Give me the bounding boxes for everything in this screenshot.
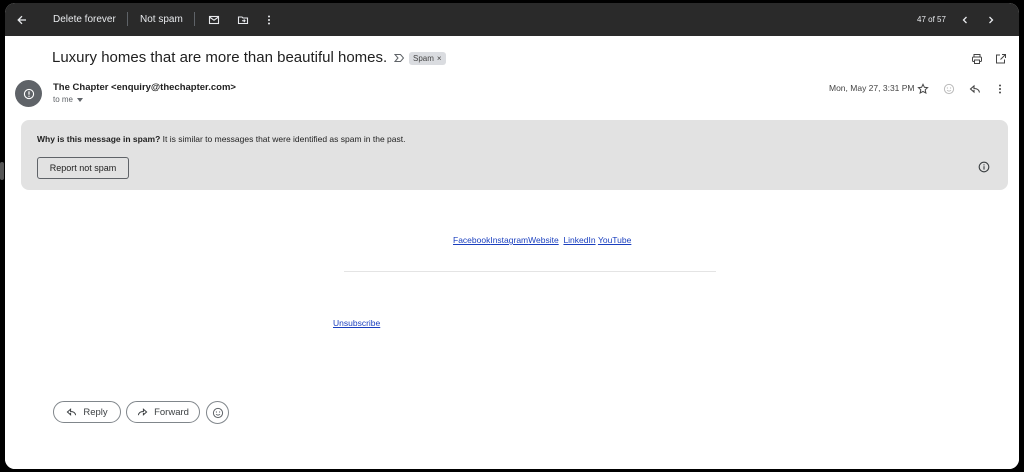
move-to-folder-icon (237, 15, 249, 24)
delete-forever-button[interactable]: Delete forever (53, 3, 116, 36)
recipient-details[interactable]: to me (53, 95, 84, 104)
body-divider (344, 271, 716, 272)
more-options-button[interactable] (265, 3, 273, 36)
youtube-link[interactable]: YouTube (598, 235, 631, 245)
spam-info-button[interactable] (977, 160, 991, 174)
email-window: Delete forever Not spam 47 of 57 Luxury … (5, 3, 1019, 469)
emoji-icon (943, 83, 955, 95)
reply-label: Reply (83, 406, 108, 418)
emoji-reaction-button[interactable] (206, 401, 229, 424)
more-vertical-icon (999, 84, 1001, 94)
reply-icon (969, 84, 981, 94)
star-outline-icon (917, 83, 929, 94)
message-toolbar: Delete forever Not spam 47 of 57 (5, 3, 1019, 36)
forward-icon (137, 408, 148, 416)
chevron-left-icon (962, 16, 967, 23)
facebook-link[interactable]: Facebook (453, 235, 490, 245)
move-to-button[interactable] (237, 3, 249, 36)
toolbar-divider (194, 12, 195, 26)
spam-question: Why is this message in spam? (37, 134, 161, 144)
spam-label: Spam (413, 54, 434, 63)
print-icon (972, 54, 982, 64)
add-reaction-button[interactable] (942, 82, 956, 96)
reply-icon (66, 408, 77, 416)
remove-label-button[interactable]: × (437, 54, 442, 63)
print-button[interactable] (970, 52, 984, 66)
star-button[interactable] (916, 82, 930, 96)
message-more-button[interactable] (995, 82, 1005, 96)
emoji-icon (212, 407, 223, 418)
spam-label-chip: Spam × (409, 52, 446, 65)
website-link[interactable]: Website (528, 235, 559, 245)
sender-avatar[interactable] (15, 80, 42, 107)
window-edge-handle (0, 162, 4, 180)
toolbar-divider (127, 12, 128, 26)
pagination-count: 47 of 57 (917, 15, 946, 24)
open-in-new-window-button[interactable] (994, 52, 1008, 66)
more-vertical-icon (268, 15, 270, 24)
email-subject: Luxury homes that are more than beautifu… (52, 49, 388, 66)
caret-down-icon (77, 97, 84, 102)
reply-button[interactable] (968, 82, 982, 96)
linkedin-link[interactable]: LinkedIn (563, 235, 595, 245)
spam-explanation: Why is this message in spam? It is simil… (37, 134, 406, 144)
recipient-label: to me (53, 95, 74, 104)
info-icon (978, 161, 990, 173)
not-spam-button[interactable]: Not spam (140, 3, 183, 36)
message-date: Mon, May 27, 3:31 PM (829, 83, 915, 93)
sender-name[interactable]: The Chapter <enquiry@thechapter.com> (53, 82, 236, 93)
forward-pill-button[interactable]: Forward (126, 401, 200, 423)
forward-label: Forward (154, 406, 189, 418)
spam-reason: It is similar to messages that were iden… (160, 134, 406, 144)
instagram-link[interactable]: Instagram (490, 235, 528, 245)
spam-warning-banner: Why is this message in spam? It is simil… (21, 120, 1008, 190)
message-view: Luxury homes that are more than beautifu… (5, 36, 1019, 469)
report-not-spam-button[interactable]: Report not spam (37, 157, 129, 179)
reply-pill-button[interactable]: Reply (53, 401, 121, 423)
important-marker[interactable] (393, 52, 405, 64)
warning-circle-icon (23, 88, 34, 99)
open-in-new-icon (996, 54, 1006, 64)
mark-unread-button[interactable] (208, 3, 220, 36)
unsubscribe-link[interactable]: Unsubscribe (333, 318, 380, 328)
important-marker-icon (393, 54, 404, 62)
mark-unread-icon (208, 15, 220, 24)
arrow-left-icon (17, 15, 26, 24)
chevron-right-icon (989, 16, 994, 23)
back-button[interactable] (16, 3, 28, 36)
older-button[interactable] (986, 3, 996, 36)
social-links: FacebookInstagramWebsite LinkedIn YouTub… (453, 235, 631, 245)
newer-button[interactable] (960, 3, 970, 36)
